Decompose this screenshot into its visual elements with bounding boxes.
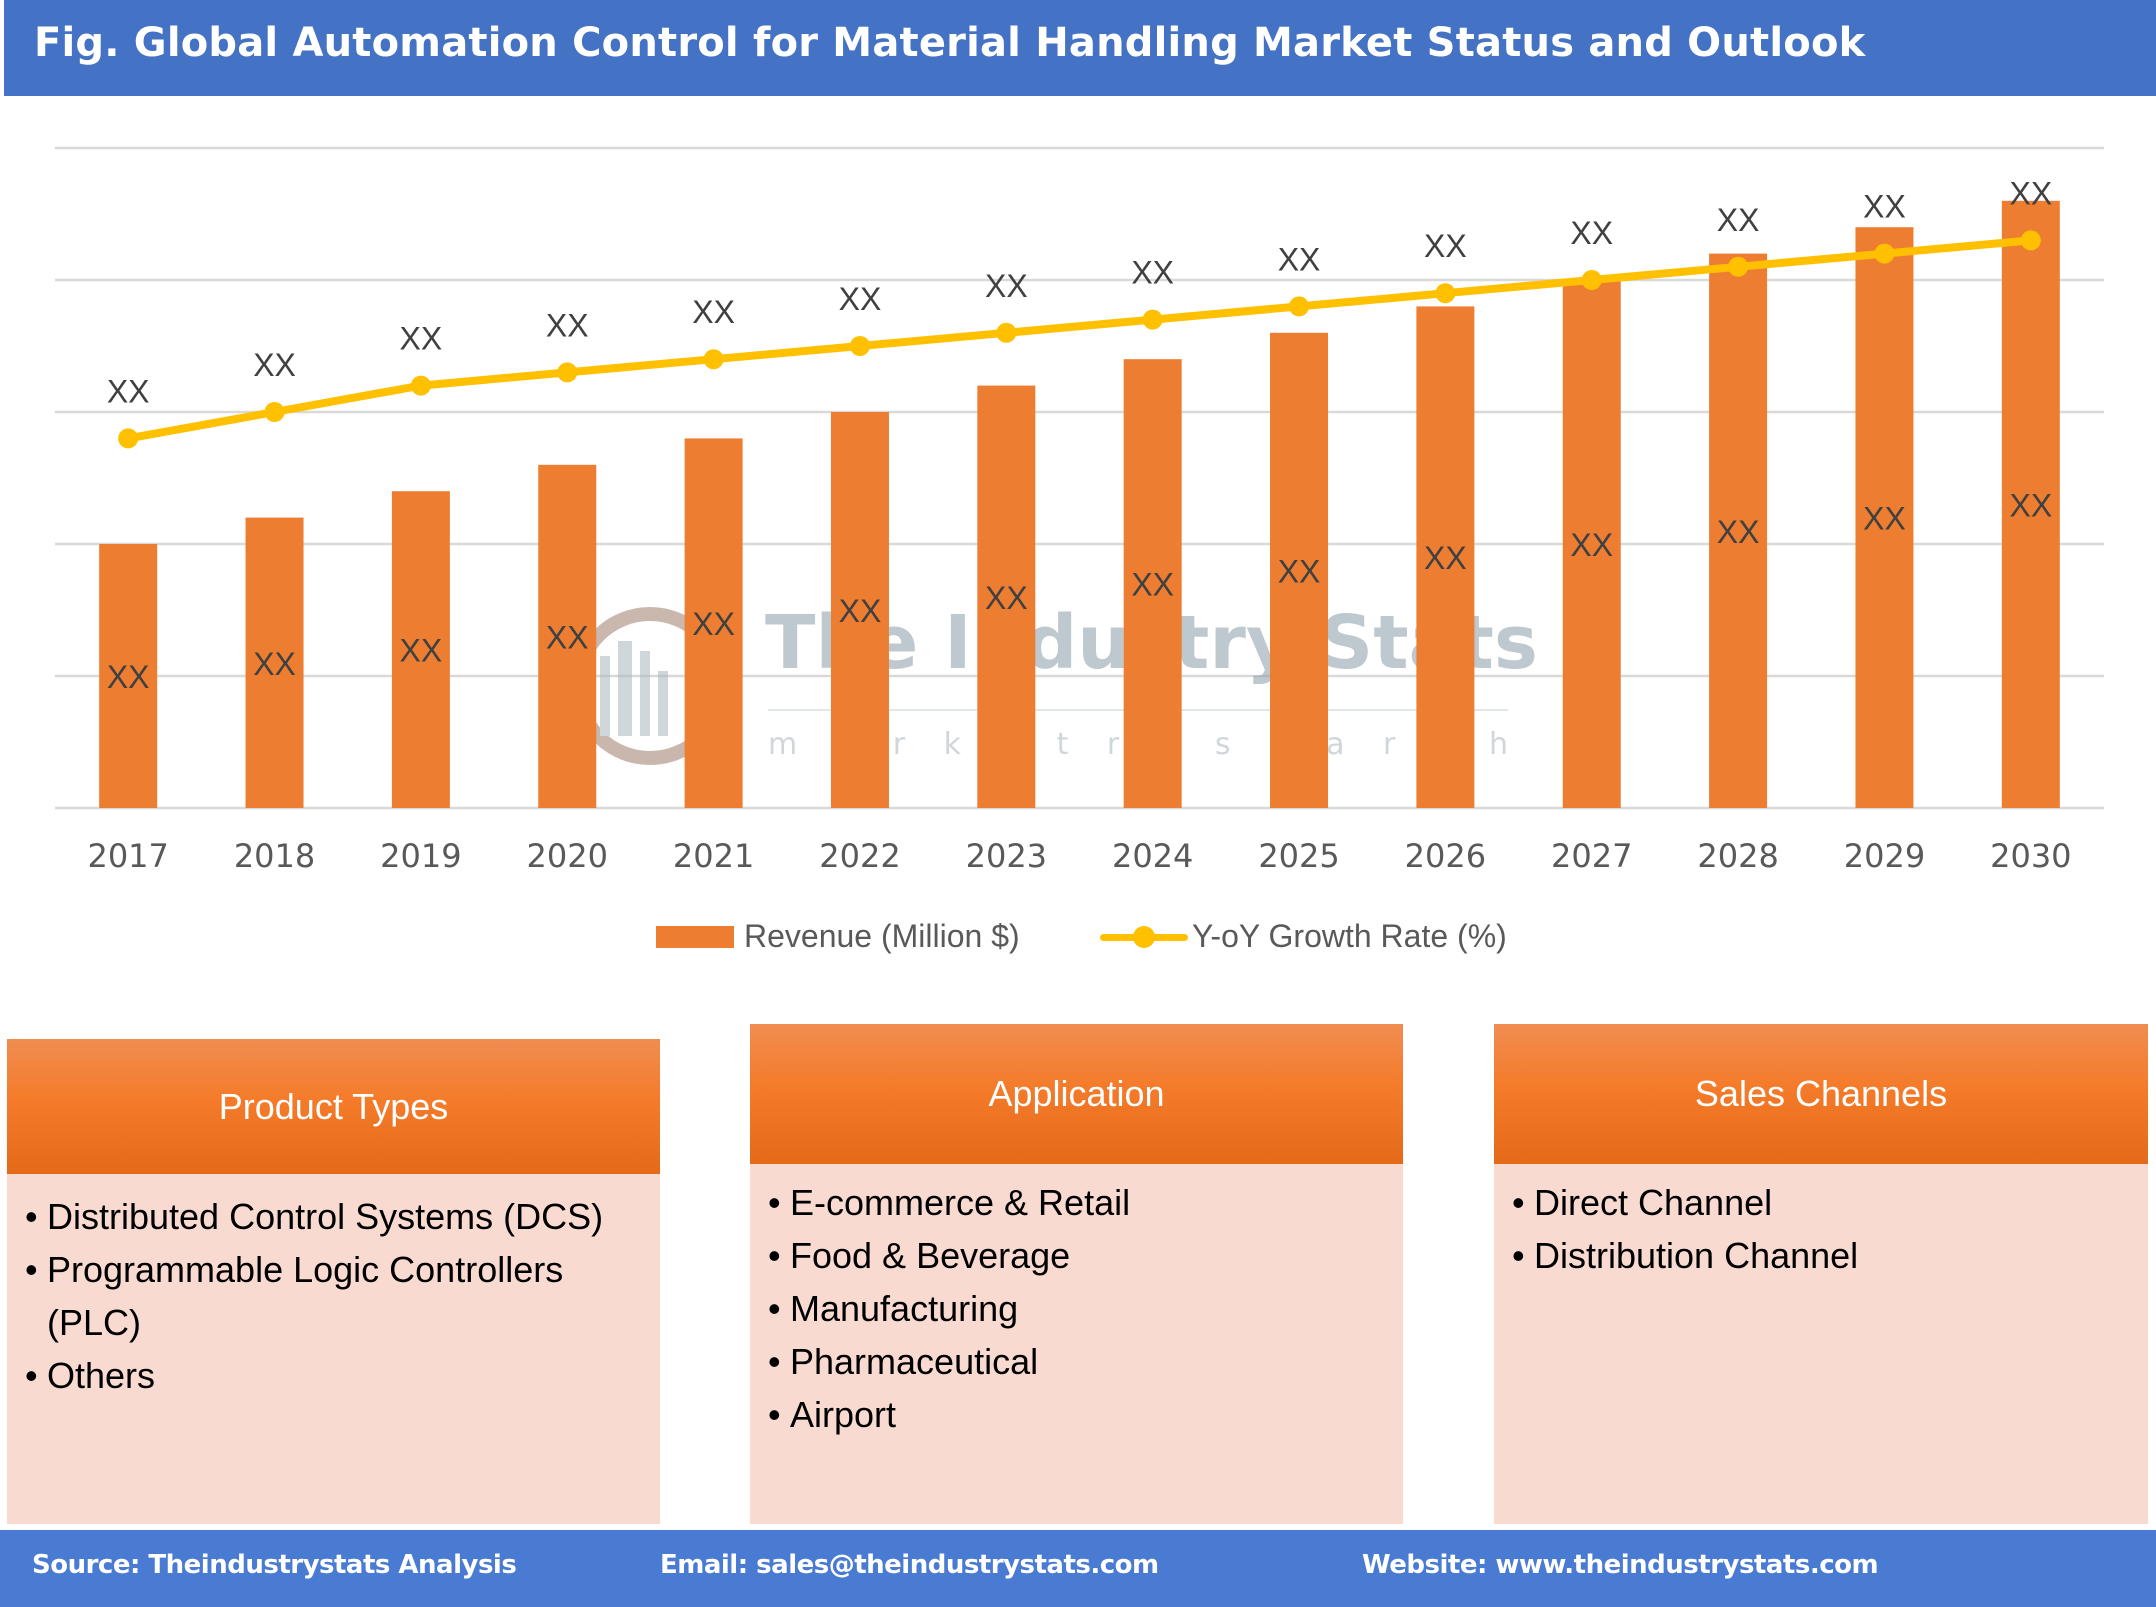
growth-point — [1435, 283, 1456, 304]
list-item: • Distributed Control Systems (DCS) — [25, 1196, 604, 1237]
bar-data-label: XX — [1278, 553, 1321, 589]
footer-email[interactable]: Email: sales@theindustrystats.com — [660, 1550, 1159, 1580]
panel-header: Sales Channels — [1494, 1024, 2148, 1164]
list-item: • Others — [25, 1355, 156, 1396]
footer-website[interactable]: Website: www.theindustrystats.com — [1362, 1550, 1879, 1580]
line-data-label: XX — [839, 281, 882, 317]
legend-label-revenue: Revenue (Million $) — [744, 918, 1020, 954]
line-data-label: XX — [2009, 175, 2052, 211]
bar-data-label: XX — [400, 633, 443, 669]
growth-point — [557, 362, 578, 383]
x-tick-label: 2021 — [673, 837, 754, 875]
line-data-label: XX — [1717, 202, 1760, 238]
line-data-label: XX — [253, 347, 296, 383]
bar-data-label: XX — [1131, 567, 1174, 603]
legend-item-growth: Y-oY Growth Rate (%) — [1100, 918, 1507, 955]
growth-point — [1728, 256, 1749, 277]
panel-body: • Distributed Control Systems (DCS) • Prog… — [7, 1174, 660, 1524]
footer: Source: Theindustrystats Analysis Email:… — [0, 1530, 2156, 1607]
panel-title: Application — [988, 1073, 1165, 1114]
growth-point — [410, 375, 431, 396]
figure-header: Fig. Global Automation Control for Mater… — [4, 0, 2156, 96]
growth-point — [1142, 309, 1163, 330]
panel-body: • E-commerce & Retail • Food & Beverage • M… — [750, 1164, 1403, 1524]
panel-application: Application • E-commerce & Retail • Food &… — [750, 1024, 1403, 1524]
line-data-label: XX — [1570, 215, 1613, 251]
growth-point — [849, 336, 870, 356]
x-tick-label: 2029 — [1844, 837, 1925, 875]
market-chart: The Industry Stats m a r k e t r e s e a… — [55, 146, 2104, 875]
footer-source: Source: Theindustrystats Analysis — [32, 1550, 517, 1580]
panel-header: Product Types — [7, 1039, 660, 1174]
bar-data-label: XX — [1863, 501, 1906, 537]
x-tick-label: 2027 — [1551, 837, 1632, 875]
bar-data-label: XX — [839, 593, 882, 629]
x-tick-label: 2023 — [966, 837, 1047, 875]
list-item: • E-commerce & Retail — [768, 1182, 1131, 1223]
application-list: • E-commerce & Retail • Food & Beverage • M… — [750, 1164, 1403, 1441]
x-tick-label: 2017 — [87, 837, 168, 875]
legend-swatch-line — [1100, 922, 1188, 952]
bar-data-label: XX — [985, 580, 1028, 616]
x-tick-label: 2030 — [1990, 837, 2071, 875]
line-data-label: XX — [1424, 228, 1467, 264]
x-tick-label: 2018 — [234, 837, 315, 875]
list-item: • Pharmaceutical — [768, 1341, 1039, 1382]
growth-point — [2020, 230, 2041, 251]
bar-data-label: XX — [1424, 540, 1467, 576]
x-tick-label: 2028 — [1697, 837, 1778, 875]
line-data-label: XX — [107, 373, 150, 409]
x-tick-label: 2025 — [1258, 837, 1339, 875]
growth-point — [1874, 243, 1895, 264]
list-item: • Direct Channel — [1512, 1182, 1773, 1223]
bar-data-label: XX — [1717, 514, 1760, 550]
x-tick-label: 2020 — [527, 837, 608, 875]
revenue-bars — [99, 200, 2060, 809]
bar-data-label: XX — [1570, 527, 1613, 563]
list-item: • Airport — [768, 1394, 897, 1435]
legend-swatch-bar — [656, 925, 734, 948]
product-type-list: • Distributed Control Systems (DCS) • Prog… — [7, 1174, 625, 1402]
bar-data-label: XX — [253, 646, 296, 682]
growth-point — [118, 428, 139, 449]
line-data-label: XX — [400, 321, 443, 357]
x-tick-label: 2024 — [1112, 837, 1193, 875]
x-tick-label: 2022 — [819, 837, 900, 875]
panel-header: Application — [750, 1024, 1403, 1164]
line-data-label: XX — [692, 294, 735, 330]
growth-point — [1581, 270, 1602, 290]
x-tick-label: 2026 — [1405, 837, 1486, 875]
line-data-label: XX — [1131, 255, 1174, 291]
chart-legend: Revenue (Million $) Y-oY Growth Rate (%) — [0, 918, 2156, 966]
x-axis-tick-labels: 2017 2018 2019 2020 2021 2022 2023 2024 2025 2026… — [87, 837, 2071, 875]
sales-channel-list: • Direct Channel • Distribution Channel — [1494, 1164, 2148, 1282]
bar-data-label: XX — [2009, 487, 2052, 523]
figure-title: Fig. Global Automation Control for Mater… — [34, 20, 1866, 66]
list-item: • Programmable Logic Controllers (PLC) — [25, 1249, 564, 1343]
x-tick-label: 2019 — [380, 837, 461, 875]
growth-point — [996, 322, 1017, 343]
line-data-label: XX — [1278, 241, 1321, 277]
panel-product-types: Product Types • Distributed Control Syste… — [7, 1039, 660, 1524]
legend-item-revenue: Revenue (Million $) — [656, 918, 1020, 955]
list-item: • Food & Beverage — [768, 1235, 1071, 1276]
list-item: • Manufacturing — [768, 1288, 1019, 1329]
panel-sales-channels: Sales Channels • Direct Channel • Distribu… — [1494, 1024, 2148, 1524]
list-item: • Distribution Channel — [1512, 1235, 1859, 1276]
line-data-label: XX — [546, 307, 589, 343]
growth-point — [703, 349, 724, 370]
line-data-label: XX — [985, 268, 1028, 304]
panel-title: Sales Channels — [1694, 1073, 1948, 1114]
panel-title: Product Types — [218, 1085, 449, 1127]
line-data-label: XX — [1863, 189, 1906, 225]
bar-data-label: XX — [107, 659, 150, 695]
bar-data-label: XX — [692, 606, 735, 642]
panel-body: • Direct Channel • Distribution Channel — [1494, 1164, 2148, 1524]
growth-point — [264, 402, 285, 422]
growth-point — [1289, 296, 1310, 317]
bar-data-label: XX — [546, 619, 589, 655]
legend-label-growth: Y-oY Growth Rate (%) — [1192, 918, 1507, 954]
